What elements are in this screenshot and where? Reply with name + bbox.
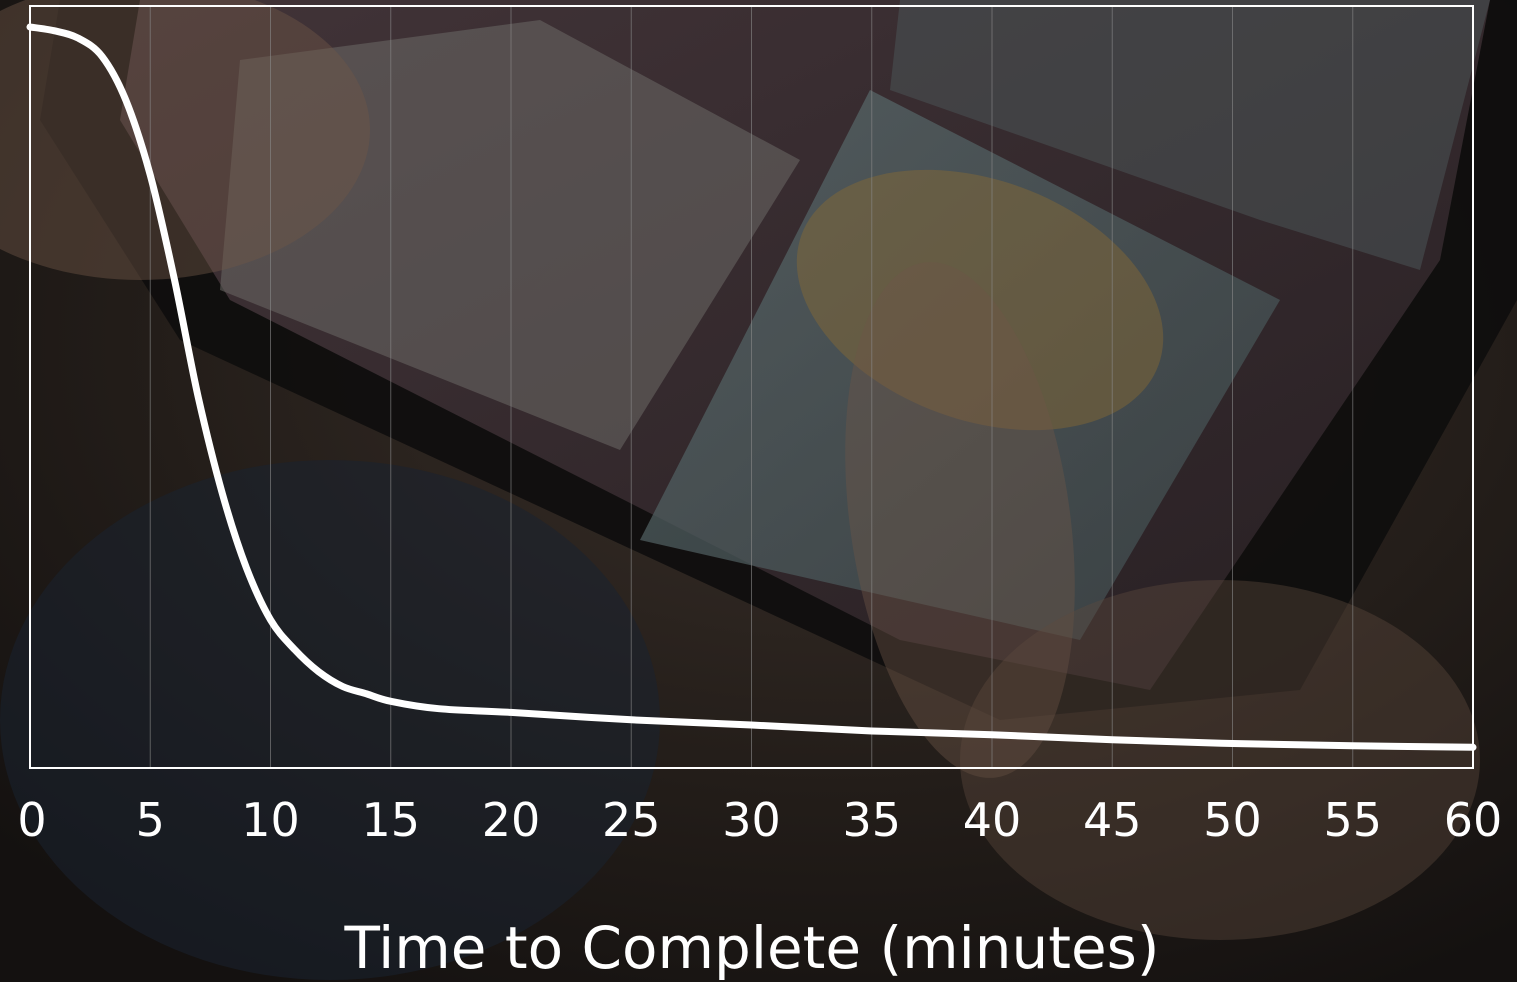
- x-tick-30: 30: [722, 793, 781, 847]
- x-tick-35: 35: [842, 793, 901, 847]
- x-tick-10: 10: [241, 793, 300, 847]
- x-tick-45: 45: [1083, 793, 1142, 847]
- x-tick-0: 0: [17, 793, 46, 847]
- x-tick-20: 20: [482, 793, 541, 847]
- line-chart: 0 5 10 15 20 25 30 35 40 45 50 55 60 Time to Complet…: [17, 5, 1502, 982]
- x-axis-label: Time to Complete (minutes): [343, 914, 1159, 982]
- x-tick-labels: 0 5 10 15 20 25 30 35 40 45 50 55 60: [17, 793, 1502, 847]
- x-tick-25: 25: [602, 793, 661, 847]
- x-tick-5: 5: [136, 793, 165, 847]
- x-tick-15: 15: [361, 793, 420, 847]
- x-tick-50: 50: [1203, 793, 1262, 847]
- gridlines: [149, 6, 1354, 768]
- x-tick-40: 40: [963, 793, 1022, 847]
- x-tick-60: 60: [1444, 793, 1503, 847]
- x-tick-55: 55: [1323, 793, 1382, 847]
